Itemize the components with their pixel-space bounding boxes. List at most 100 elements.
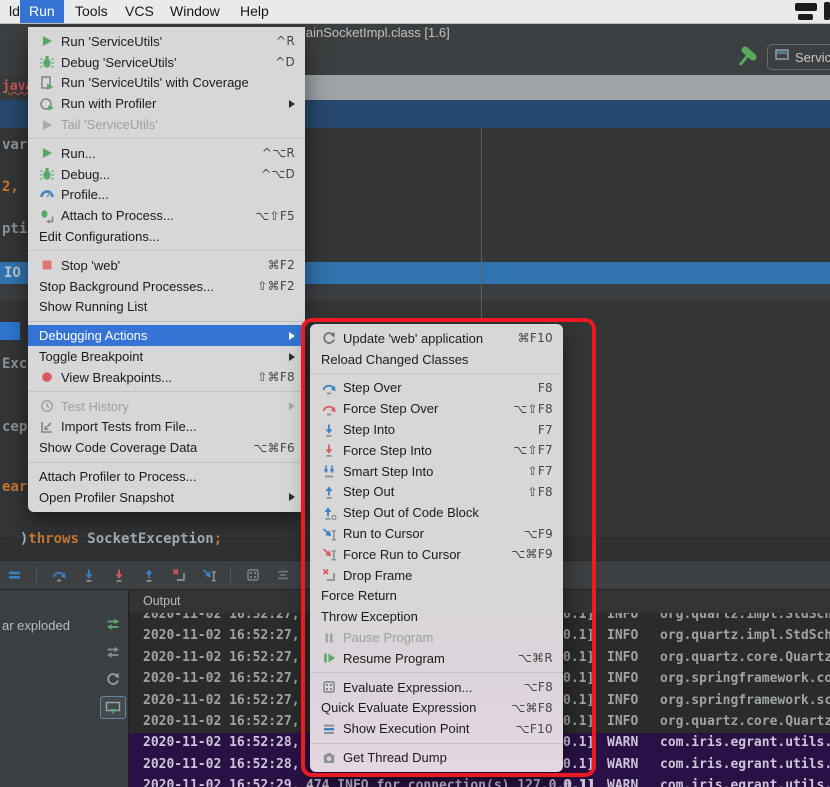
submenu-arrow-icon [289,353,295,361]
menubar-item-tools[interactable]: Tools [66,0,117,23]
menubar-item-vcs[interactable]: VCS [116,0,163,23]
panel-divider[interactable] [128,590,129,787]
run-menu-item-label: Tail 'ServiceUtils' [61,117,158,132]
status-partial-icon[interactable] [824,2,830,20]
run-menu-item-run-serviceutils[interactable]: Run 'ServiceUtils'^R [28,31,305,52]
debug-submenu-item-get-thread-dump[interactable]: Get Thread Dump [310,747,563,768]
menubar-item-help[interactable]: Help [231,0,278,23]
menubar-item-run[interactable]: Run [20,0,64,23]
force-step-into-icon[interactable] [110,567,127,584]
log-level: INFO [607,693,638,708]
run-menu-item-test-history: Test History [28,396,305,417]
debug-submenu-item-force-step-over[interactable]: Force Step Over⌥⇧F8 [310,398,563,419]
run-menu-separator [28,462,305,463]
log-timestamp: 2020-11-02 16:52:27, [143,613,300,622]
step-out-block-icon [321,505,337,521]
rollback-icon[interactable] [103,642,123,662]
build-hammer-icon[interactable] [735,44,759,75]
run-menu-item-stop-web[interactable]: Stop 'web'⌘F2 [28,255,305,276]
refresh-icon[interactable] [103,669,123,689]
debug-submenu-item-update-web-application[interactable]: Update 'web' application⌘F10 [310,328,563,349]
debug-submenu-separator [310,373,563,374]
debug-submenu-item-pause-program: Pause Program [310,627,563,648]
run-menu: Run 'ServiceUtils'^RDebug 'ServiceUtils'… [28,27,305,512]
muted-lines-icon[interactable] [274,567,291,584]
macos-menubar: ldRunToolsVCSWindowHelp [0,0,830,24]
debug-submenu-separator [310,743,563,744]
run-menu-item-edit-configurations[interactable]: Edit Configurations... [28,226,305,247]
run-menu-item-toggle-breakpoint[interactable]: Toggle Breakpoint [28,346,305,367]
debug-submenu-item-step-out[interactable]: Step Out⇧F8 [310,482,563,503]
run-menu-item-label: Run with Profiler [61,96,156,111]
debug-submenu-item-force-return[interactable]: Force Return [310,586,563,607]
output-tab[interactable]: Output [143,594,181,608]
debug-submenu-item-smart-step-into[interactable]: Smart Step Into⇧F7 [310,461,563,482]
menubar-item-window[interactable]: Window [161,0,229,23]
run-menu-item-show-code-coverage-data[interactable]: Show Code Coverage Data⌥⌘F6 [28,437,305,458]
toolbar-separator [230,567,231,583]
step-into-icon[interactable] [80,567,97,584]
log-timestamp: 2020-11-02 16:52:29, [143,778,300,787]
run-menu-item-open-profiler-snapshot[interactable]: Open Profiler Snapshot [28,487,305,508]
run-icon [39,145,55,161]
debug-submenu-item-force-run-to-cursor[interactable]: Force Run to Cursor⌥⌘F9 [310,544,563,565]
debug-submenu-item-step-over[interactable]: Step OverF8 [310,378,563,399]
service-button-label: Service [795,50,830,65]
log-address-fragment: 0.1] [563,671,594,686]
run-menu-item-debug-serviceutils[interactable]: Debug 'ServiceUtils'^D [28,52,305,73]
run-menu-item-debugging-actions[interactable]: Debugging Actions [28,325,305,346]
log-level: WARN [607,757,638,772]
debug-submenu-item-run-to-cursor[interactable]: Run to Cursor⌥F9 [310,523,563,544]
run-menu-item-label: Stop Background Processes... [39,279,214,294]
run-menu-item-label: Toggle Breakpoint [39,349,143,364]
step-over-icon[interactable] [50,567,67,584]
run-menu-item-run-with-profiler[interactable]: Run with Profiler [28,93,305,114]
run-menu-item-attach-profiler-to-process[interactable]: Attach Profiler to Process... [28,466,305,487]
run-menu-item-debug[interactable]: Debug...^⌥D [28,164,305,185]
log-level: WARN [607,735,638,750]
debug-submenu-item-quick-evaluate-expression[interactable]: Quick Evaluate Expression⌥⌘F8 [310,698,563,719]
log-address-fragment: 0.1] [563,714,594,729]
run-to-cursor-icon[interactable] [200,567,217,584]
debug-submenu-item-step-out-of-code-block[interactable]: Step Out of Code Block [310,502,563,523]
run-menu-item-stop-background-processes[interactable]: Stop Background Processes...⇧⌘F2 [28,276,305,297]
deploy-icon[interactable] [103,614,123,634]
debug-submenu-item-drop-frame[interactable]: Drop Frame [310,565,563,586]
run-menu-item-import-tests-from-file[interactable]: Import Tests from File... [28,417,305,438]
drop-frame-icon[interactable] [170,567,187,584]
run-menu-item-show-running-list[interactable]: Show Running List [28,297,305,318]
shortcut-label: ^D [275,55,295,69]
run-menu-item-view-breakpoints[interactable]: View Breakpoints...⇧⌘F8 [28,367,305,388]
service-run-config-button[interactable]: Service [767,44,830,70]
step-out-icon[interactable] [140,567,157,584]
debug-submenu-item-reload-changed-classes[interactable]: Reload Changed Classes [310,349,563,370]
indent-guide-line [481,128,482,318]
debug-submenu-item-throw-exception[interactable]: Throw Exception [310,606,563,627]
stop-icon [39,257,55,273]
camera-icon [321,750,337,766]
code-semicolon: ; [214,531,222,547]
run-menu-item-run[interactable]: Run...^⌥R [28,143,305,164]
evaluate-icon[interactable] [244,567,261,584]
run-menu-separator [28,321,305,322]
log-address-fragment: 0.1] [563,628,594,643]
run-menu-item-run-serviceutils-with-coverage[interactable]: Run 'ServiceUtils' with Coverage [28,73,305,94]
log-logger: org.quartz.core.Quartz [660,650,830,665]
editor-tab-title: lainSocketImpl.class [1.6] [303,25,450,40]
run-menu-item-label: Run 'ServiceUtils' with Coverage [61,75,249,90]
debug-submenu-item-step-into[interactable]: Step IntoF7 [310,419,563,440]
exec-bars-icon[interactable] [6,567,23,584]
debug-icon [39,54,55,70]
debug-submenu-item-resume-program[interactable]: Resume Program⌥⌘R [310,648,563,669]
status-display-icon[interactable] [795,3,817,11]
code-line-throws: )throws SocketException; [3,515,222,547]
log-logger: org.springframework.sc [660,693,830,708]
hot-swap-button[interactable] [100,696,126,719]
profiler-icon [39,96,55,112]
run-menu-item-attach-to-process[interactable]: Attach to Process...⌥⇧F5 [28,205,305,226]
run-menu-item-profile[interactable]: Profile... [28,185,305,206]
tail-icon [39,117,55,133]
debug-submenu-item-evaluate-expression[interactable]: Evaluate Expression...⌥F8 [310,677,563,698]
debug-submenu-item-force-step-into[interactable]: Force Step Into⌥⇧F7 [310,440,563,461]
debug-submenu-item-show-execution-point[interactable]: Show Execution Point⌥F10 [310,718,563,739]
